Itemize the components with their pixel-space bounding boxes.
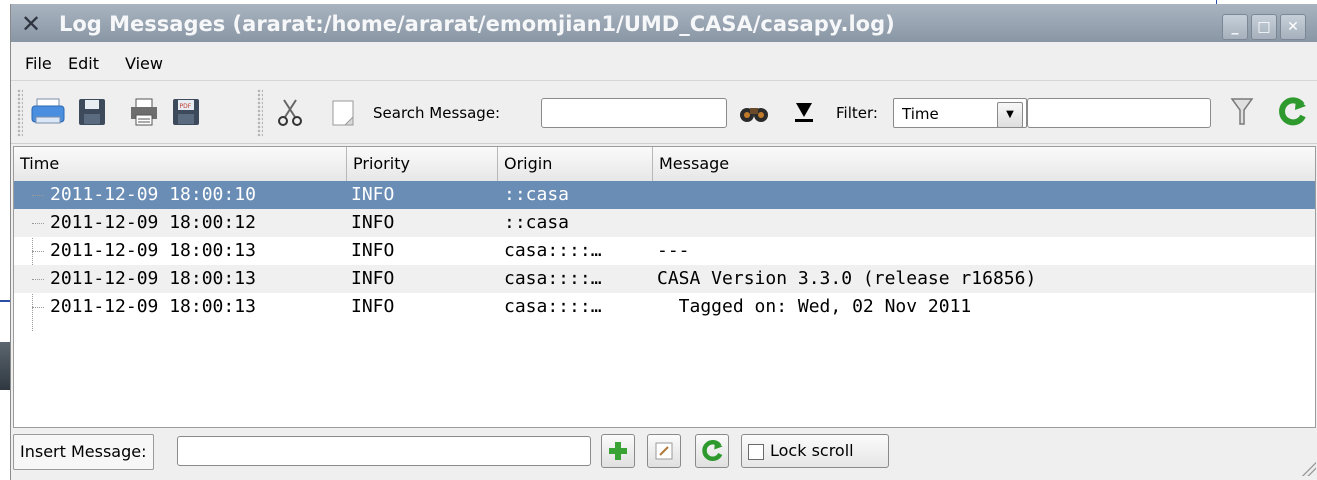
cell-priority: INFO [351, 240, 395, 261]
close-button[interactable]: ✕ [1280, 14, 1306, 40]
copy-icon[interactable] [325, 93, 363, 131]
lock-scroll-checkbox[interactable] [748, 444, 764, 460]
log-table[interactable]: Time Priority Origin Message 2011-12-09 … [13, 146, 1316, 428]
resize-grip[interactable] [1300, 460, 1316, 476]
filter-down-icon[interactable] [785, 93, 823, 131]
cell-time: 2011-12-09 18:00:13 [50, 296, 256, 317]
menu-bar: File Edit View [11, 46, 1317, 81]
edit-message-button[interactable] [647, 434, 681, 468]
insert-message-label: Insert Message: [13, 434, 154, 470]
table-row[interactable]: 2011-12-09 18:00:10 INFO ::casa [14, 181, 1315, 209]
toolbar-grip[interactable] [17, 89, 23, 137]
menu-file[interactable]: File [25, 54, 52, 73]
search-input[interactable] [541, 98, 727, 128]
refresh-button[interactable] [695, 434, 729, 468]
table-header: Time Priority Origin Message [14, 147, 1315, 182]
table-row[interactable]: 2011-12-09 18:00:13 INFO casa::::… Tagge… [14, 293, 1315, 321]
cell-priority: INFO [351, 296, 395, 317]
chevron-down-icon[interactable]: ▼ [997, 102, 1023, 128]
window-title: Log Messages (ararat:/home/ararat/emomji… [59, 12, 895, 36]
table-row[interactable]: 2011-12-09 18:00:12 INFO ::casa [14, 209, 1315, 237]
cell-priority: INFO [351, 212, 395, 233]
refresh-icon[interactable] [1273, 93, 1311, 131]
print-icon[interactable] [29, 93, 67, 131]
pdf-icon[interactable]: PDF [167, 93, 205, 131]
tree-branch [32, 195, 44, 196]
search-binoculars-icon[interactable] [735, 93, 773, 131]
x-app-icon: ✕ [21, 10, 42, 38]
tree-branch [32, 251, 44, 252]
svg-text:PDF: PDF [180, 103, 192, 110]
tree-branch [32, 223, 44, 224]
add-message-button[interactable] [601, 434, 635, 468]
tree-branch [32, 279, 44, 280]
toolbar-grip[interactable] [257, 89, 263, 137]
funnel-icon[interactable] [1223, 93, 1261, 131]
cell-message: --- [657, 240, 690, 261]
title-bar[interactable]: ✕ Log Messages (ararat:/home/ararat/emom… [11, 4, 1317, 42]
column-header-time[interactable]: Time [14, 147, 347, 181]
column-header-priority[interactable]: Priority [347, 147, 498, 181]
cell-origin: casa::::… [504, 296, 602, 317]
cell-time: 2011-12-09 18:00:13 [50, 268, 256, 289]
toolbar: PDF Search Message: Filter: Time ▼ [11, 83, 1317, 144]
filter-input[interactable] [1027, 98, 1211, 128]
filter-label: Filter: [836, 104, 878, 122]
filter-select-value: Time [902, 105, 939, 123]
filter-select[interactable]: Time ▼ [893, 98, 1027, 128]
minimize-button[interactable]: _ [1222, 14, 1248, 40]
cut-icon[interactable] [271, 93, 309, 131]
lock-scroll-label: Lock scroll [770, 441, 854, 460]
cell-origin: casa::::… [504, 268, 602, 289]
menu-view[interactable]: View [125, 54, 163, 73]
table-row[interactable]: 2011-12-09 18:00:13 INFO casa::::… CASA … [14, 265, 1315, 293]
insert-message-input[interactable] [177, 436, 591, 466]
save-icon[interactable] [73, 93, 111, 131]
log-messages-window: ✕ Log Messages (ararat:/home/ararat/emom… [10, 4, 1317, 480]
plus-icon [609, 442, 627, 460]
lock-scroll-toggle[interactable]: Lock scroll [741, 434, 889, 468]
cell-origin: ::casa [504, 184, 570, 205]
cell-time: 2011-12-09 18:00:10 [50, 184, 256, 205]
table-row[interactable]: 2011-12-09 18:00:13 INFO casa::::… --- [14, 237, 1315, 265]
maximize-button[interactable]: □ [1251, 14, 1277, 40]
search-label: Search Message: [373, 104, 501, 122]
cell-message: CASA Version 3.3.0 (release r16856) [657, 268, 1037, 289]
cell-origin: ::casa [504, 212, 570, 233]
cell-time: 2011-12-09 18:00:13 [50, 240, 256, 261]
pencil-icon [655, 442, 673, 460]
printer-icon[interactable] [125, 93, 163, 131]
cell-priority: INFO [351, 268, 395, 289]
column-header-origin[interactable]: Origin [498, 147, 653, 181]
cell-time: 2011-12-09 18:00:12 [50, 212, 256, 233]
cell-priority: INFO [351, 184, 395, 205]
column-header-message[interactable]: Message [653, 147, 1315, 181]
tree-branch [32, 307, 44, 308]
insert-bar: Insert Message: Lock scroll [11, 432, 1317, 480]
cell-message: Tagged on: Wed, 02 Nov 2011 [657, 296, 972, 317]
refresh-icon [702, 440, 723, 462]
menu-edit[interactable]: Edit [68, 54, 99, 73]
cell-origin: casa::::… [504, 240, 602, 261]
